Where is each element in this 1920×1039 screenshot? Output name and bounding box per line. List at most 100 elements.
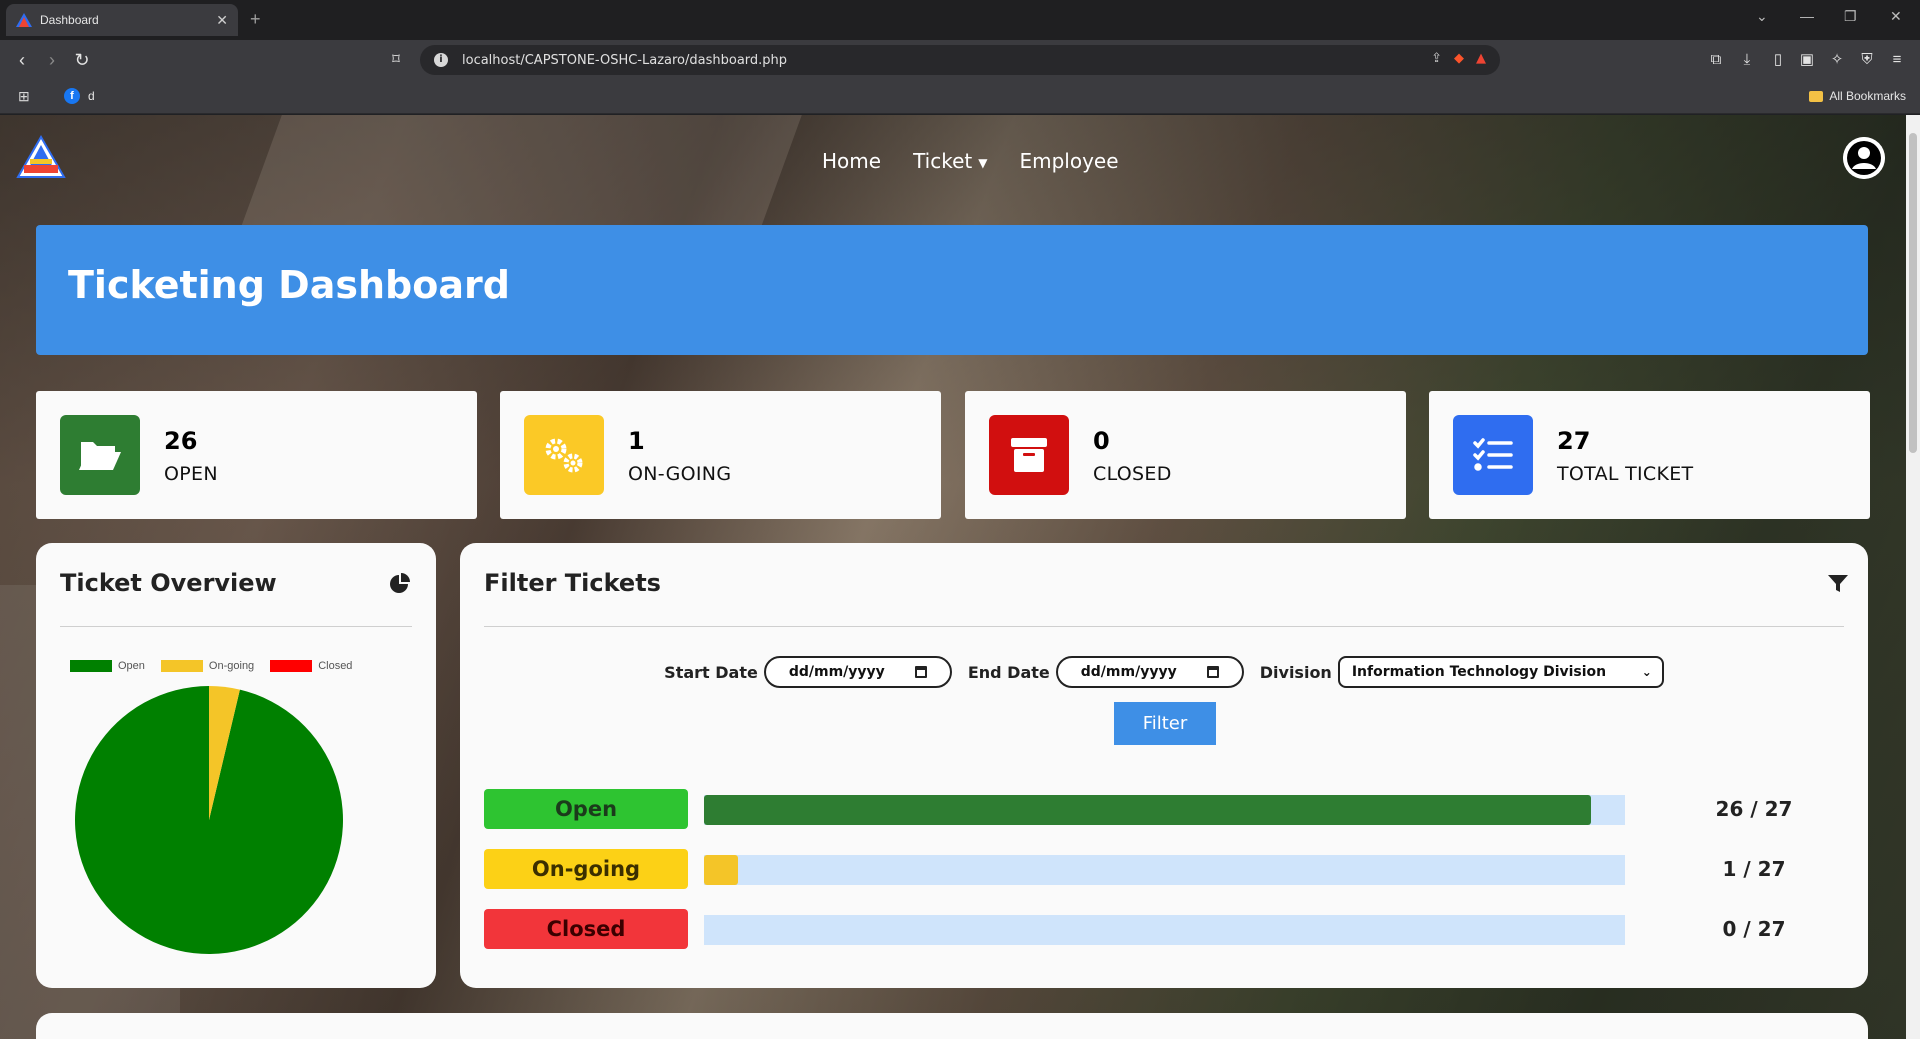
nav-home[interactable]: Home bbox=[822, 149, 881, 173]
filter-tickets-card: Filter Tickets Start Date dd/mm/yyyy End… bbox=[460, 543, 1868, 988]
start-date-input[interactable]: dd/mm/yyyy bbox=[763, 656, 952, 688]
total-label: TOTAL TICKET bbox=[1557, 463, 1694, 485]
nav-ticket-label: Ticket bbox=[913, 149, 973, 173]
site-favicon-icon bbox=[16, 13, 32, 27]
ratio-ongoing: 1 / 27 bbox=[1722, 857, 1786, 881]
all-bookmarks[interactable]: All Bookmarks bbox=[1809, 89, 1906, 103]
chart-legend: Open On-going Closed bbox=[70, 660, 360, 673]
all-bookmarks-label: All Bookmarks bbox=[1829, 89, 1906, 103]
division-select[interactable]: Information Technology Division ⌄ bbox=[1337, 656, 1664, 688]
legend-label: On-going bbox=[208, 660, 255, 672]
ratio-open: 26 / 27 bbox=[1715, 797, 1793, 821]
page-viewport: Home Ticket ▼ Employee Ticketing Dashboar… bbox=[0, 115, 1920, 1039]
page-scrollbar[interactable] bbox=[1906, 115, 1920, 1039]
status-badge-closed: Closed bbox=[484, 909, 688, 949]
extensions-icon[interactable]: ⧉ bbox=[1706, 50, 1726, 70]
legend-swatch bbox=[160, 660, 203, 673]
division-label: Division bbox=[1259, 662, 1332, 682]
ratio-closed: 0 / 27 bbox=[1722, 917, 1786, 941]
legend-swatch bbox=[270, 660, 313, 673]
ticket-overview-card: Ticket Overview Open On-going Closed bbox=[36, 543, 436, 988]
overview-title: Ticket Overview bbox=[60, 569, 277, 597]
url-text: localhost/CAPSTONE-OSHC-Lazaro/dashboard… bbox=[462, 52, 788, 68]
end-date-value: dd/mm/yyyy bbox=[1080, 664, 1177, 680]
close-tab-icon[interactable]: ✕ bbox=[216, 12, 228, 29]
bookmark-label: d bbox=[88, 89, 95, 103]
facebook-icon: f bbox=[64, 88, 80, 104]
closed-label: CLOSED bbox=[1093, 463, 1172, 485]
gears-icon bbox=[524, 415, 604, 495]
start-date-label: Start Date bbox=[664, 662, 758, 682]
scrollbar-thumb[interactable] bbox=[1909, 133, 1917, 453]
site-logo[interactable] bbox=[16, 135, 66, 179]
calendar-icon[interactable] bbox=[1206, 666, 1219, 678]
menu-icon[interactable]: ≡ bbox=[1887, 50, 1907, 70]
page-title: Ticketing Dashboard bbox=[68, 263, 510, 307]
pie-chart-icon bbox=[390, 573, 410, 593]
folder-icon bbox=[1809, 90, 1824, 102]
address-bar[interactable]: i localhost/CAPSTONE-OSHC-Lazaro/dashboa… bbox=[420, 45, 1500, 75]
bookmarks-bar: ⊞ f d All Bookmarks bbox=[0, 80, 1920, 114]
tab-title: Dashboard bbox=[40, 13, 99, 27]
stat-card-closed: 0 CLOSED bbox=[965, 391, 1406, 519]
rewards-icon[interactable]: ▲ bbox=[1476, 51, 1486, 66]
apps-grid-icon[interactable]: ⊞ bbox=[18, 88, 34, 104]
background-decor bbox=[238, 115, 802, 235]
new-tab-icon[interactable]: + bbox=[250, 9, 261, 30]
filter-button[interactable]: Filter bbox=[1114, 702, 1216, 745]
status-badge-open: Open bbox=[484, 789, 688, 829]
brave-shield-icon[interactable]: ◆ bbox=[1454, 51, 1464, 66]
progress-row-ongoing: On-going 1 / 27 bbox=[484, 849, 1834, 889]
bookmark-facebook[interactable]: f d bbox=[64, 88, 95, 104]
tab-strip: Dashboard ✕ + ⌄ — ❐ ✕ bbox=[0, 0, 1920, 40]
window-close-icon[interactable]: ✕ bbox=[1890, 8, 1902, 25]
restore-icon[interactable]: ❐ bbox=[1844, 8, 1857, 25]
tab-search-icon[interactable]: ⌄ bbox=[1756, 8, 1768, 25]
end-date-label: End Date bbox=[967, 662, 1050, 682]
open-label: OPEN bbox=[164, 463, 218, 485]
chevron-down-icon: ⌄ bbox=[1641, 665, 1652, 679]
bottom-card bbox=[36, 1013, 1868, 1039]
divider bbox=[484, 626, 1844, 627]
wallet-icon[interactable]: ▣ bbox=[1797, 50, 1817, 70]
nav-ticket-dropdown[interactable]: Ticket ▼ bbox=[913, 149, 987, 173]
legend-label: Closed bbox=[318, 660, 353, 672]
caret-down-icon: ▼ bbox=[978, 155, 988, 170]
checklist-icon bbox=[1453, 415, 1533, 495]
status-badge-ongoing: On-going bbox=[484, 849, 688, 889]
leo-ai-icon[interactable]: ✧ bbox=[1827, 50, 1847, 70]
start-date-value: dd/mm/yyyy bbox=[788, 664, 885, 680]
dashboard-header: Ticketing Dashboard bbox=[36, 225, 1868, 355]
progress-row-closed: Closed 0 / 27 bbox=[484, 909, 1834, 949]
end-date-input[interactable]: dd/mm/yyyy bbox=[1055, 656, 1244, 688]
sidebar-icon[interactable]: ▯ bbox=[1768, 50, 1788, 70]
archive-box-icon bbox=[989, 415, 1069, 495]
folder-open-icon bbox=[60, 415, 140, 495]
open-count: 26 bbox=[164, 427, 198, 455]
progress-row-open: Open 26 / 27 bbox=[484, 789, 1834, 829]
browser-tab[interactable]: Dashboard ✕ bbox=[6, 4, 238, 36]
forward-icon[interactable]: › bbox=[40, 48, 64, 72]
minimize-icon[interactable]: — bbox=[1800, 8, 1814, 24]
stat-card-ongoing: 1 ON-GOING bbox=[500, 391, 941, 519]
bookmark-page-icon[interactable]: ⌑ bbox=[384, 48, 408, 72]
back-icon[interactable]: ‹ bbox=[10, 48, 34, 72]
user-profile-icon[interactable] bbox=[1843, 137, 1885, 179]
downloads-icon[interactable]: ⤓ bbox=[1737, 50, 1757, 70]
legend-swatch bbox=[70, 660, 112, 673]
nav-employee[interactable]: Employee bbox=[1019, 149, 1118, 173]
progress-track bbox=[704, 795, 1625, 825]
ongoing-count: 1 bbox=[628, 427, 645, 455]
main-nav: Home Ticket ▼ Employee bbox=[822, 149, 1119, 173]
reload-icon[interactable]: ↻ bbox=[70, 48, 94, 72]
ticket-pie-chart bbox=[74, 686, 344, 954]
progress-fill-open bbox=[704, 795, 1591, 825]
closed-count: 0 bbox=[1093, 427, 1110, 455]
calendar-icon[interactable] bbox=[914, 666, 927, 678]
division-value: Information Technology Division bbox=[1351, 664, 1607, 680]
vpn-icon[interactable]: ⛨ bbox=[1857, 50, 1877, 70]
site-info-icon[interactable]: i bbox=[434, 53, 448, 67]
share-icon[interactable]: ⇪ bbox=[1431, 51, 1442, 66]
filter-form: Start Date dd/mm/yyyy End Date dd/mm/yyy… bbox=[460, 656, 1868, 688]
progress-fill-ongoing bbox=[704, 855, 739, 885]
